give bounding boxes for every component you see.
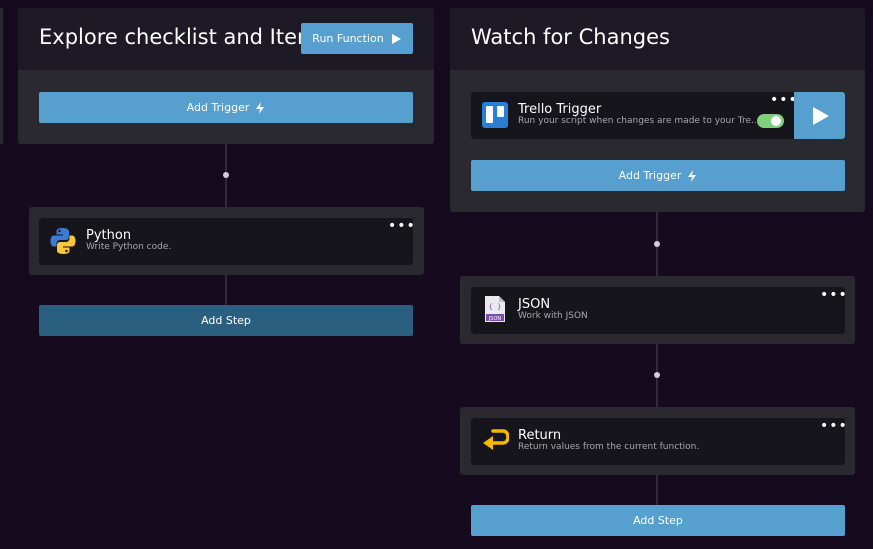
return-more-options-icon[interactable]: •••	[820, 419, 848, 433]
lightning-icon	[688, 169, 697, 182]
right-connector-dot-1	[654, 241, 660, 247]
python-step-card[interactable]: Python Write Python code. •••	[39, 218, 416, 265]
json-step-name: JSON	[518, 297, 551, 312]
json-file-icon: { } JSON	[485, 296, 505, 322]
python-icon	[50, 228, 76, 254]
return-step-card[interactable]: Return Return values from the current fu…	[471, 418, 848, 465]
left-add-step-label: Add Step	[201, 314, 251, 327]
left-connector-2	[225, 275, 227, 305]
run-function-label: Run Function	[312, 32, 384, 45]
left-workflow-title: Explore checklist and Items	[39, 25, 329, 49]
lightning-icon	[256, 101, 265, 114]
run-trigger-button[interactable]	[794, 92, 845, 139]
python-step-description: Write Python code.	[86, 242, 172, 252]
left-add-step-button[interactable]: Add Step	[39, 305, 413, 336]
right-add-step-button[interactable]: Add Step	[471, 505, 845, 536]
return-step-description: Return values from the current function.	[518, 442, 700, 452]
left-connector-dot	[223, 172, 229, 178]
trello-icon	[482, 102, 508, 128]
return-arrow-icon	[483, 429, 509, 450]
play-icon	[391, 33, 401, 44]
trello-trigger-name: Trello Trigger	[518, 102, 602, 117]
python-step-name: Python	[86, 228, 132, 243]
previous-panel-edge	[0, 8, 3, 144]
run-function-button[interactable]: Run Function	[301, 23, 413, 54]
left-add-trigger-button[interactable]: Add Trigger	[39, 92, 413, 123]
right-workflow-panel: Watch for Changes Trello Trigger Run you…	[450, 8, 865, 212]
json-step-card[interactable]: { } JSON JSON Work with JSON •••	[471, 287, 848, 334]
right-add-trigger-label: Add Trigger	[618, 169, 682, 182]
return-step-name: Return	[518, 428, 562, 443]
right-connector-dot-2	[654, 372, 660, 378]
left-add-trigger-label: Add Trigger	[186, 101, 250, 114]
right-workflow-title: Watch for Changes	[471, 25, 670, 49]
json-more-options-icon[interactable]: •••	[820, 288, 848, 302]
trello-trigger-description: Run your script when changes are made to…	[518, 116, 760, 126]
right-add-step-label: Add Step	[633, 514, 683, 527]
python-more-options-icon[interactable]: •••	[388, 219, 416, 233]
trigger-enabled-toggle[interactable]	[757, 114, 784, 128]
left-workflow-panel: Explore checklist and Items Run Function…	[18, 8, 434, 144]
play-icon	[812, 106, 829, 125]
svg-text:JSON: JSON	[488, 316, 502, 322]
trello-trigger-card[interactable]: Trello Trigger Run your script when chan…	[471, 92, 845, 139]
json-step-description: Work with JSON	[518, 311, 588, 321]
right-add-trigger-button[interactable]: Add Trigger	[471, 160, 845, 191]
toggle-knob	[771, 116, 781, 126]
svg-text:{ }: { }	[489, 303, 502, 311]
right-connector-3	[656, 475, 658, 505]
